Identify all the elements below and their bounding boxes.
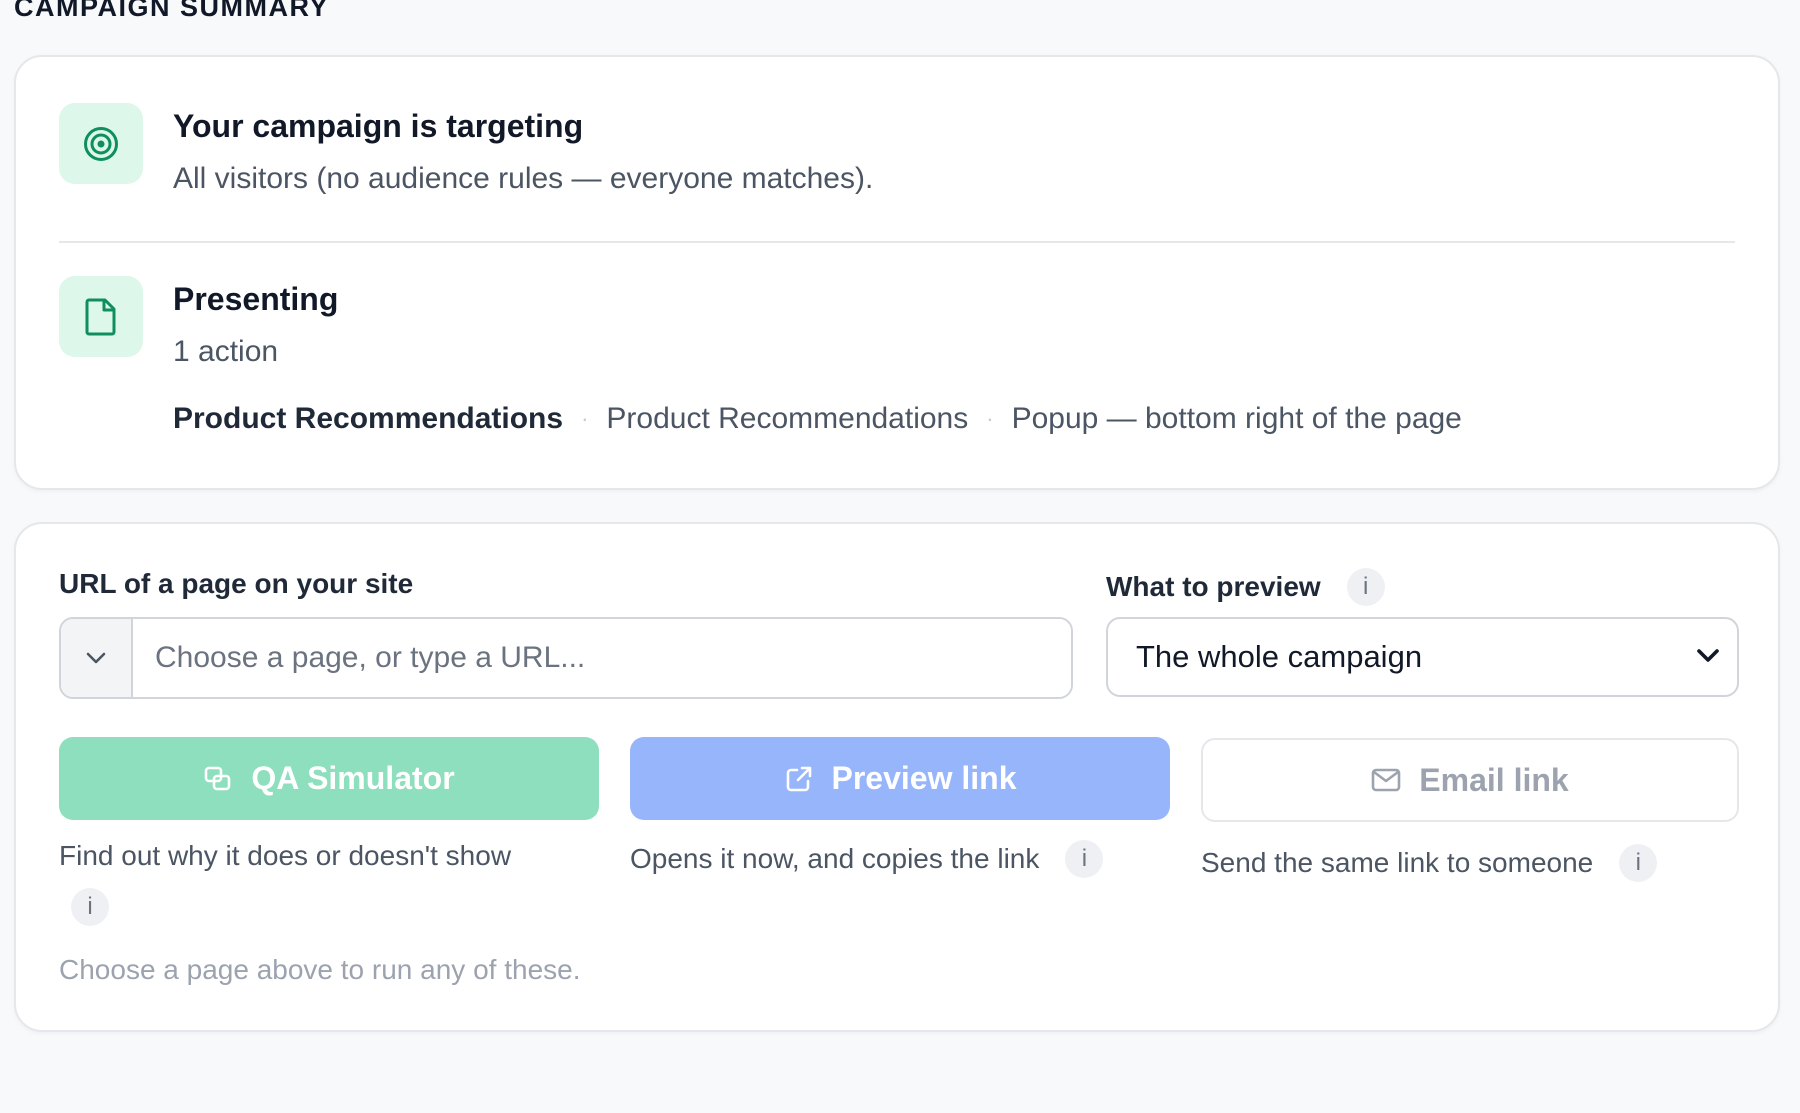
email-link-help: Send the same link to someone i [1201, 844, 1658, 882]
preview-card: URL of a page on your site What to previ… [14, 522, 1780, 1032]
section-title: CAMPAIGN SUMMARY [14, 0, 329, 22]
qa-simulator-label: QA Simulator [251, 760, 455, 796]
qa-simulator-button[interactable]: QA Simulator [59, 737, 599, 820]
simulator-icon [205, 766, 231, 790]
summary-card: Your campaign is targeting All visitors … [14, 55, 1780, 490]
action-type: Product Recommendations [606, 402, 969, 435]
choose-page-hint: Choose a page above to run any of these. [59, 954, 581, 985]
info-icon[interactable]: i [1346, 568, 1385, 606]
chevron-down-icon [1697, 649, 1719, 662]
preview-link-button[interactable]: Preview link [630, 737, 1170, 820]
what-to-preview-select[interactable]: The whole campaign [1106, 617, 1739, 697]
target-icon [59, 103, 143, 184]
document-icon [59, 276, 143, 357]
chevron-down-icon [86, 652, 106, 664]
divider [59, 241, 1735, 243]
separator-dot: · [986, 406, 994, 431]
what-to-preview-text: What to preview [1106, 571, 1321, 602]
email-link-help-text: Send the same link to someone [1201, 847, 1594, 878]
qa-simulator-help: Find out why it does or doesn't show [59, 840, 512, 871]
email-link-button[interactable]: Email link [1201, 738, 1739, 822]
url-dropdown-toggle[interactable] [61, 619, 133, 697]
what-to-preview-value: The whole campaign [1136, 639, 1423, 674]
external-link-icon [786, 766, 811, 791]
url-input[interactable] [133, 619, 1071, 697]
action-summary: Product Recommendations · Product Recomm… [173, 402, 1462, 436]
url-combobox [59, 617, 1073, 699]
mail-icon [1371, 768, 1401, 792]
targeting-subtitle: All visitors (no audience rules — everyo… [173, 162, 874, 195]
url-label: URL of a page on your site [59, 568, 414, 599]
action-placement: Popup — bottom right of the page [1011, 402, 1462, 435]
email-link-label: Email link [1419, 761, 1569, 798]
info-icon[interactable]: i [1619, 844, 1658, 882]
targeting-title: Your campaign is targeting [173, 108, 584, 144]
info-icon[interactable]: i [1065, 840, 1104, 878]
preview-link-help-text: Opens it now, and copies the link [630, 843, 1040, 874]
campaign-summary-page: CAMPAIGN SUMMARY Your campaign is target… [0, 0, 1800, 1113]
what-to-preview-label: What to preview i [1106, 568, 1385, 606]
action-name: Product Recommendations [173, 402, 564, 435]
preview-link-label: Preview link [831, 760, 1017, 796]
separator-dot: · [581, 406, 589, 431]
preview-link-help: Opens it now, and copies the link i [630, 840, 1104, 878]
info-icon[interactable]: i [71, 888, 109, 926]
presenting-title: Presenting [173, 281, 339, 317]
presenting-count: 1 action [173, 335, 279, 368]
